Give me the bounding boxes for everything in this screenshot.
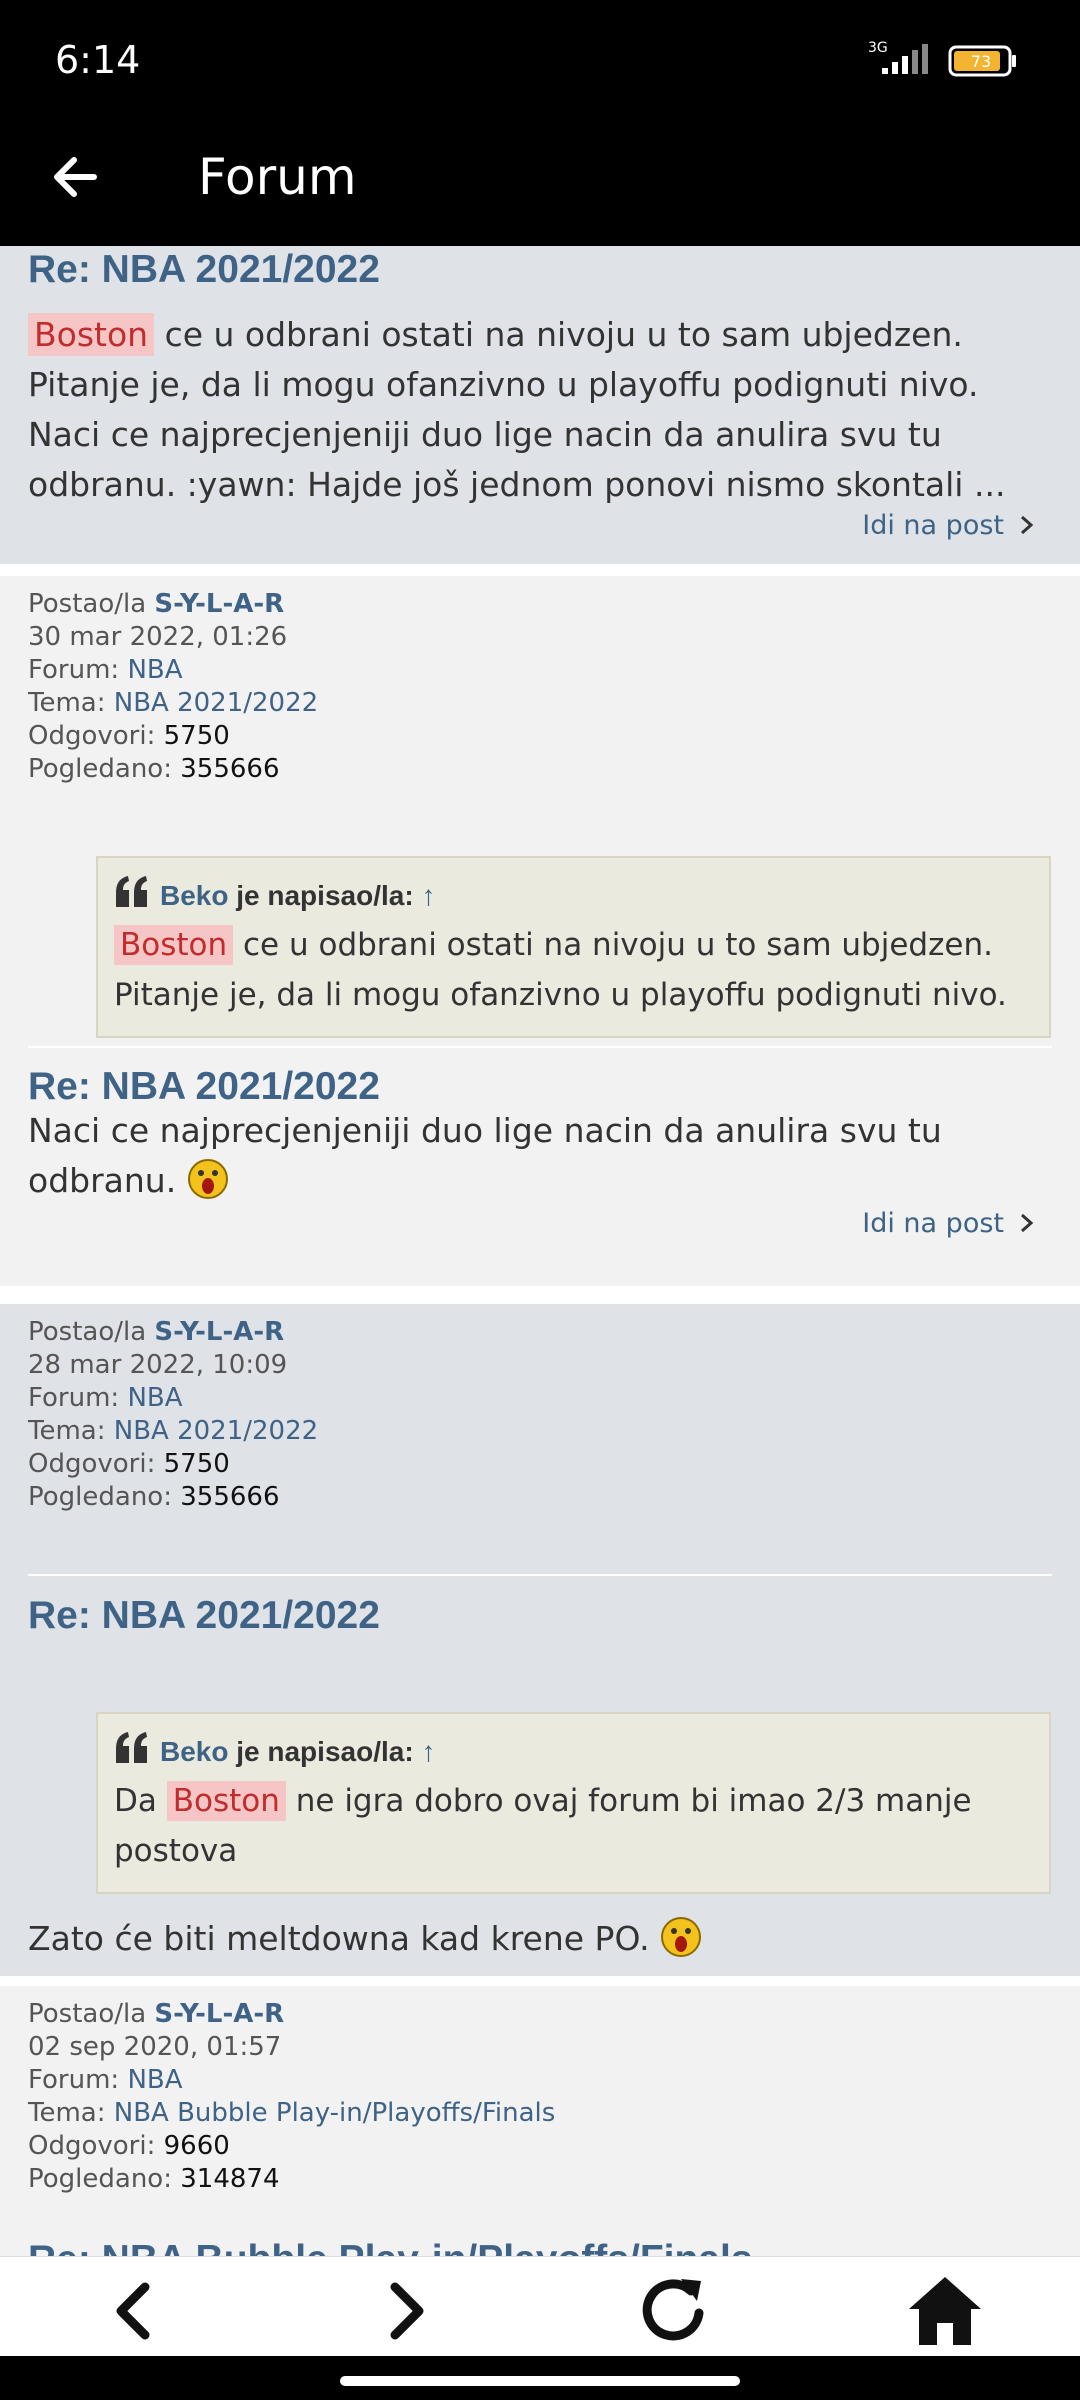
post-meta: Postao/la S-Y-L-A-R 30 mar 2022, 01:26 F… [28, 588, 318, 786]
post-meta: Postao/la S-Y-L-A-R 28 mar 2022, 10:09 F… [28, 1316, 318, 1514]
status-time: 6:14 [55, 38, 141, 82]
reply-text: Naci ce najprecjenjeniji duo lige nacin … [28, 1106, 1058, 1206]
chevron-right-icon [1021, 515, 1034, 535]
posted-by-label: Postao/la [28, 1317, 147, 1347]
views-label: Pogledano: [28, 754, 172, 784]
views-count: 355666 [180, 1482, 280, 1512]
post-text: ce u odbrani ostati na nivoju u to sam u… [28, 315, 1006, 504]
battery-icon: 73 [948, 45, 1016, 77]
goto-post-link[interactable]: Idi na post [862, 1208, 1036, 1239]
post-body: Beko je napisao/la: ↑ Boston ce u odbran… [0, 856, 1080, 1258]
back-icon[interactable] [95, 2271, 175, 2351]
search-highlight: Boston [28, 313, 155, 356]
quote-jump-arrow[interactable]: ↑ [421, 880, 435, 911]
quote-block: Beko je napisao/la: ↑ Da Boston ne igra … [96, 1712, 1051, 1894]
network-type: 3G [868, 40, 888, 56]
posted-by-label: Postao/la [28, 1999, 147, 2029]
home-indicator[interactable] [340, 2376, 740, 2386]
goto-post-label: Idi na post [862, 1208, 1004, 1239]
reply-body: Naci ce najprecjenjeniji duo lige nacin … [28, 1111, 942, 1200]
quote-body: ce u odbrani ostati na nivoju u to sam u… [114, 927, 1007, 1013]
replies-label: Odgovori: [28, 2131, 156, 2161]
forum-label: Forum: [28, 1383, 120, 1413]
post-card: Postao/la S-Y-L-A-R 02 sep 2020, 01:57 F… [0, 1986, 1080, 2256]
replies-count: 5750 [163, 1449, 230, 1479]
topic-label: Tema: [28, 2098, 106, 2128]
topic-link[interactable]: NBA 2021/2022 [114, 1416, 318, 1446]
topic-label: Tema: [28, 1416, 106, 1446]
quote-author[interactable]: Beko [160, 880, 228, 911]
post-date: 28 mar 2022, 10:09 [28, 1350, 288, 1380]
gesture-bar [0, 2356, 1080, 2400]
scared-face-icon [187, 1159, 228, 1199]
topic-label: Tema: [28, 688, 106, 718]
forum-link[interactable]: NBA [127, 1383, 182, 1413]
scared-face-icon [661, 1917, 702, 1957]
quote-author[interactable]: Beko [160, 1736, 228, 1767]
quote-wrote: je napisao/la: [236, 1736, 414, 1767]
post-excerpt: Boston ce u odbrani ostati na nivoju u t… [28, 310, 1058, 510]
replies-label: Odgovori: [28, 721, 156, 751]
quote-wrote: je napisao/la: [236, 880, 414, 911]
forward-icon[interactable] [365, 2271, 445, 2351]
battery-level: 73 [971, 52, 991, 71]
post-title[interactable]: Re: NBA 2021/2022 [28, 246, 380, 294]
post-title[interactable]: Re: NBA Bubble Play-in/Playoffs/Finals [28, 2236, 753, 2256]
replies-count: 5750 [163, 721, 230, 751]
search-results-list[interactable]: Re: NBA 2021/2022 Boston ce u odbrani os… [0, 246, 1080, 2256]
post-meta: Postao/la S-Y-L-A-R 02 sep 2020, 01:57 F… [28, 1998, 555, 2196]
quote-header: Beko je napisao/la: ↑ [114, 872, 1033, 920]
author-link[interactable]: S-Y-L-A-R [154, 1317, 284, 1347]
quote-text: Boston ce u odbrani ostati na nivoju u t… [114, 920, 1033, 1020]
status-bar: 6:14 3G 73 [0, 0, 1080, 120]
chevron-right-icon [1021, 1213, 1034, 1233]
quote-header: Beko je napisao/la: ↑ [114, 1728, 1033, 1776]
bottom-navigation [0, 2256, 1080, 2356]
replies-count: 9660 [163, 2131, 230, 2161]
forum-link[interactable]: NBA [127, 655, 182, 685]
quote-icon [116, 1732, 147, 1763]
forum-label: Forum: [28, 655, 120, 685]
quote-pre: Da [114, 1783, 167, 1819]
views-count: 314874 [180, 2164, 280, 2194]
reply-text: Zato će biti meltdowna kad krene PO. [28, 1914, 1058, 1964]
goto-post-label: Idi na post [862, 510, 1004, 541]
arrow-left-icon[interactable] [44, 142, 114, 212]
post-date: 02 sep 2020, 01:57 [28, 2032, 282, 2062]
post-card: Re: NBA 2021/2022 Boston ce u odbrani os… [0, 246, 1080, 564]
quote-icon [116, 876, 147, 907]
goto-post-link[interactable]: Idi na post [862, 510, 1036, 541]
author-link[interactable]: S-Y-L-A-R [154, 589, 284, 619]
post-card: Postao/la S-Y-L-A-R 28 mar 2022, 10:09 F… [0, 1304, 1080, 1976]
app-bar: Forum [0, 120, 1080, 246]
author-link[interactable]: S-Y-L-A-R [154, 1999, 284, 2029]
posted-by-label: Postao/la [28, 589, 147, 619]
search-highlight: Boston [114, 925, 234, 965]
page-title: Forum [198, 148, 357, 206]
quote-text: Da Boston ne igra dobro ovaj forum bi im… [114, 1776, 1033, 1876]
topic-link[interactable]: NBA Bubble Play-in/Playoffs/Finals [114, 2098, 556, 2128]
divider [28, 1574, 1052, 1576]
home-icon[interactable] [905, 2271, 985, 2351]
refresh-icon[interactable] [635, 2271, 715, 2351]
post-date: 30 mar 2022, 01:26 [28, 622, 288, 652]
replies-label: Odgovori: [28, 1449, 156, 1479]
views-label: Pogledano: [28, 1482, 172, 1512]
reply-body: Zato će biti meltdowna kad krene PO. [28, 1919, 650, 1958]
signal-icon: 3G [868, 40, 928, 74]
quote-jump-arrow[interactable]: ↑ [421, 1736, 435, 1767]
topic-link[interactable]: NBA 2021/2022 [114, 688, 318, 718]
search-highlight: Boston [166, 1781, 286, 1821]
post-title[interactable]: Re: NBA 2021/2022 [28, 1592, 380, 1640]
views-count: 355666 [180, 754, 280, 784]
quote-block: Beko je napisao/la: ↑ Boston ce u odbran… [96, 856, 1051, 1038]
forum-link[interactable]: NBA [127, 2065, 182, 2095]
forum-label: Forum: [28, 2065, 120, 2095]
views-label: Pogledano: [28, 2164, 172, 2194]
